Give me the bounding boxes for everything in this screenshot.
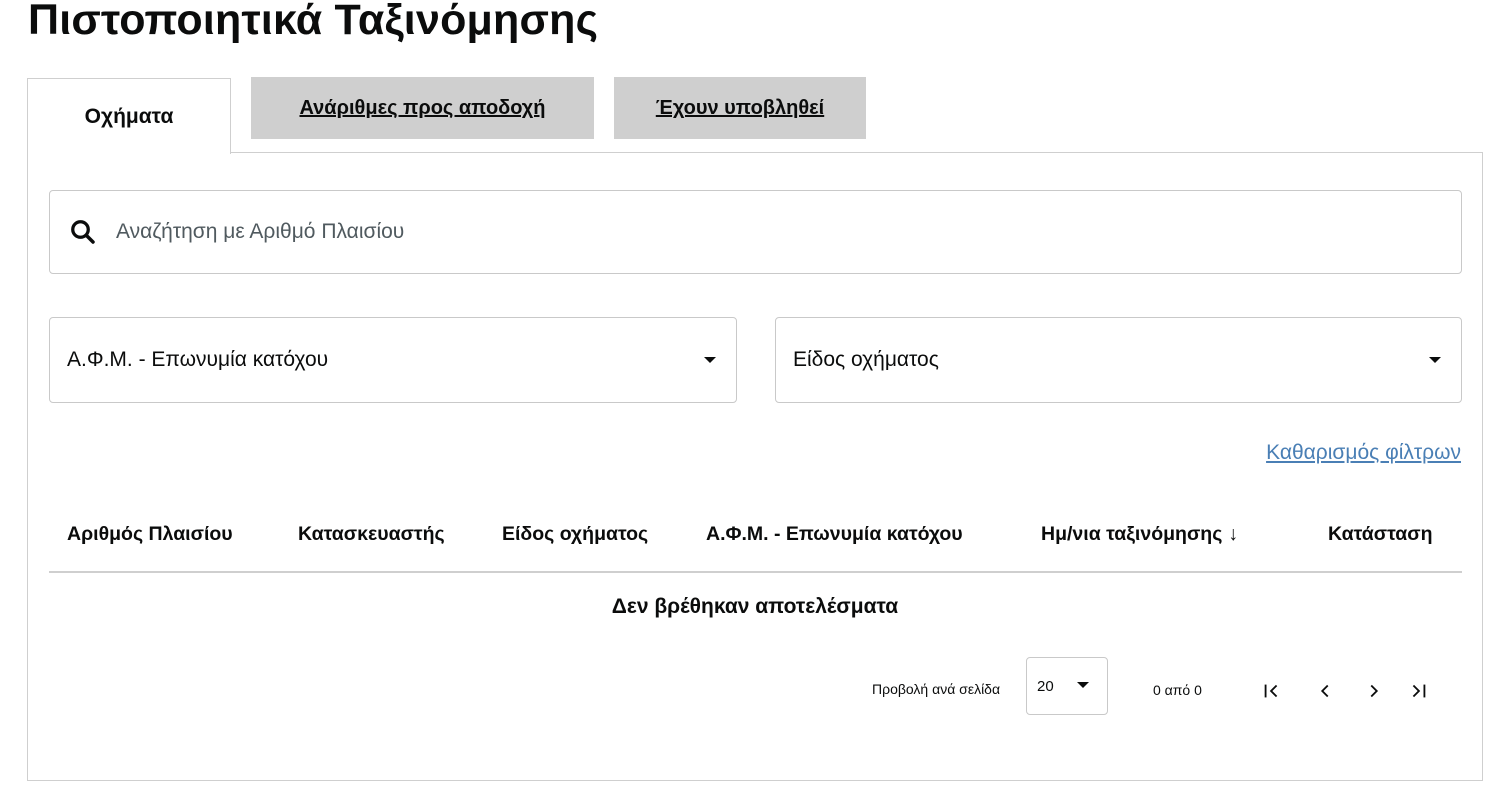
- rows-per-page-label: Προβολή ανά σελίδα: [872, 681, 1001, 697]
- column-header-registration-date[interactable]: Ημ/νια ταξινόμησης ↓: [1041, 523, 1238, 546]
- search-box: [49, 190, 1462, 274]
- tab-panel: Α.Φ.Μ. - Επωνυμία κατόχου Είδος οχήματος…: [27, 152, 1483, 781]
- search-input[interactable]: [116, 212, 1416, 252]
- column-header-chassis-number[interactable]: Αριθμός Πλαισίου: [67, 523, 233, 546]
- last-page-icon: [1412, 684, 1426, 698]
- next-page-button[interactable]: [1359, 676, 1389, 706]
- chevron-left-icon: [1320, 684, 1329, 698]
- empty-results-message: Δεν βρέθηκαν αποτελέσματα: [611, 595, 899, 618]
- vehicle-type-filter-label: Είδος οχήματος: [793, 348, 939, 371]
- tab-submitted[interactable]: Έχουν υποβληθεί: [614, 77, 866, 139]
- rows-per-page-value: 20: [1037, 677, 1054, 695]
- column-header-manufacturer[interactable]: Κατασκευαστής: [298, 523, 445, 546]
- owner-filter-label: Α.Φ.Μ. - Επωνυμία κατόχου: [67, 348, 329, 371]
- search-icon: [71, 220, 95, 244]
- vehicle-type-filter-select[interactable]: Είδος οχήματος: [775, 317, 1462, 403]
- rows-per-page-select[interactable]: 20: [1026, 657, 1108, 715]
- column-header-owner[interactable]: Α.Φ.Μ. - Επωνυμία κατόχου: [706, 523, 963, 546]
- table-header: Αριθμός Πλαισίου Κατασκευαστής Είδος οχή…: [49, 513, 1462, 573]
- chevron-down-icon: [1077, 682, 1089, 688]
- sort-descending-icon: ↓: [1228, 523, 1239, 545]
- owner-filter-select[interactable]: Α.Φ.Μ. - Επωνυμία κατόχου: [49, 317, 737, 403]
- column-header-vehicle-type[interactable]: Είδος οχήματος: [502, 523, 648, 546]
- previous-page-button[interactable]: [1310, 676, 1340, 706]
- tab-pending-acceptance[interactable]: Ανάριθμες προς αποδοχή: [251, 77, 594, 139]
- page-title: Πιστοποιητικά Ταξινόμησης: [28, 0, 599, 44]
- chevron-right-icon: [1370, 684, 1379, 698]
- column-header-status[interactable]: Κατάσταση: [1328, 523, 1433, 546]
- pagination-range: 0 από 0: [1153, 682, 1202, 698]
- tab-vehicles[interactable]: Οχήματα: [27, 78, 231, 154]
- first-page-icon: [1264, 684, 1278, 698]
- chevron-down-icon: [704, 357, 716, 363]
- clear-filters-link[interactable]: Καθαρισμός φίλτρων: [1266, 441, 1461, 465]
- last-page-button[interactable]: [1403, 676, 1433, 706]
- registration-date-header-label: Ημ/νια ταξινόμησης: [1041, 523, 1223, 545]
- tab-bar: Οχήματα Ανάριθμες προς αποδοχή Έχουν υπο…: [27, 77, 1483, 154]
- first-page-button[interactable]: [1257, 676, 1287, 706]
- chevron-down-icon: [1429, 357, 1441, 363]
